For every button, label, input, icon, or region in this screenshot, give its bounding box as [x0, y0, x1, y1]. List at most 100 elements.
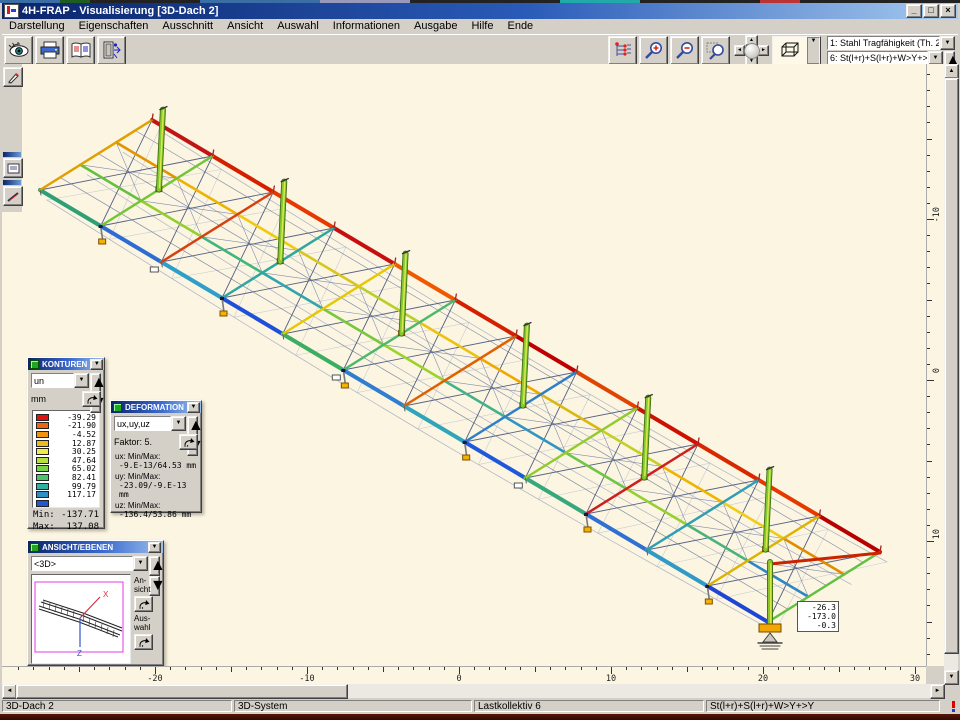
pan-control[interactable]: ▲ ▼ ◄ ► — [734, 35, 768, 65]
panel-ansicht-collapse-button[interactable]: ▼ — [148, 542, 161, 553]
deformation-component-select[interactable]: ux,uy,uz ▼ — [114, 416, 186, 431]
view-preview[interactable]: X Z — [31, 574, 131, 664]
docked-panel-grip[interactable] — [3, 152, 21, 157]
ruler-tick — [626, 667, 627, 670]
statusbar: 3D-Dach 23D-SystemLastkollektiv 6St(l+r)… — [2, 699, 958, 713]
vertical-scrollbar[interactable]: ▲ ▼ — [944, 64, 958, 684]
ruler-tick — [927, 493, 930, 494]
titlebar[interactable]: 4H-FRAP - Visualisierung [3D-Dach 2] _ □… — [2, 3, 958, 19]
ruler-tick-label: 0 — [932, 368, 942, 373]
ruler-tick — [353, 667, 354, 670]
status-alert-icon[interactable] — [949, 701, 958, 712]
ruler-tick — [824, 667, 825, 670]
ansicht-apply-button[interactable] — [134, 596, 153, 612]
exit-button[interactable] — [97, 36, 126, 65]
horizontal-scroll-thumb[interactable] — [16, 684, 348, 699]
ruler-tick — [489, 667, 490, 670]
scroll-down-button[interactable]: ▼ — [944, 670, 959, 685]
view-plane-arrow[interactable]: ▼ — [133, 556, 148, 571]
close-button[interactable]: × — [940, 4, 956, 18]
vertical-scroll-thumb[interactable] — [944, 78, 959, 654]
status-field: Lastkollektiv 6 — [474, 700, 704, 712]
report-button[interactable] — [66, 36, 95, 65]
deformation-spin-up[interactable]: ▲ — [187, 416, 198, 436]
scroll-left-button[interactable]: ◄ — [2, 684, 17, 699]
maximize-button[interactable]: □ — [923, 4, 939, 18]
konturen-apply-button[interactable] — [82, 391, 101, 407]
panel-deformation-titlebar[interactable]: DEFORMATION ▼ — [111, 401, 201, 413]
deformation-row-label: uz: Min/Max: — [115, 501, 197, 510]
menu-item[interactable]: Ansicht — [220, 19, 270, 34]
panel-deformation[interactable]: DEFORMATION ▼ ux,uy,uz ▼ ▲ ▼ Faktor: 5. — [110, 400, 202, 513]
view-cube-button[interactable]: ▼ — [772, 36, 821, 65]
ruler-tick — [927, 541, 934, 542]
zoom-out-button[interactable] — [670, 36, 699, 65]
menu-item[interactable]: Ausgabe — [407, 19, 464, 34]
zoom-window-button[interactable] — [701, 36, 730, 65]
view-plane-select[interactable]: <3D> ▼ — [31, 556, 148, 571]
status-fields: 3D-Dach 23D-SystemLastkollektiv 6St(l+r)… — [2, 700, 947, 712]
menu-item[interactable]: Auswahl — [270, 19, 326, 34]
panel-deformation-collapse-button[interactable]: ▼ — [187, 402, 200, 413]
docked-panel-button-1[interactable] — [3, 158, 23, 178]
scroll-up-button[interactable]: ▲ — [944, 64, 959, 79]
apply-arrow-icon — [183, 437, 195, 447]
window-title: 4H-FRAP - Visualisierung [3D-Dach 2] — [22, 5, 218, 17]
ruler-tick-label: -10 — [292, 674, 322, 684]
loadcase-value: 6: St(l+r)+S(l+r)+W>Y+>Y — [827, 51, 928, 65]
view-settings-button[interactable] — [4, 36, 33, 65]
panel-konturen-collapse-button[interactable]: ▼ — [90, 359, 103, 370]
menu-item[interactable]: Eigenschaften — [72, 19, 156, 34]
ruler-tick — [809, 667, 810, 670]
zoom-in-button[interactable] — [639, 36, 668, 65]
ruler-tick — [170, 667, 171, 670]
ruler-tick — [277, 667, 278, 670]
docked-panel-grip[interactable] — [3, 180, 21, 185]
menu-item[interactable]: Informationen — [326, 19, 407, 34]
status-field: 3D-Dach 2 — [2, 700, 232, 712]
panel-ansicht[interactable]: ANSICHT/EBENEN ▼ <3D> ▼ ▲ ▼ — [27, 540, 164, 666]
panel-konturen[interactable]: KONTUREN ▼ un ▼ ▲ ▼ mm — [27, 357, 105, 529]
print-button[interactable] — [35, 36, 64, 65]
deformation-apply-button[interactable] — [179, 434, 198, 450]
viewport-3d[interactable]: -26.3 -173.0 -0.3 KONTUREN ▼ un ▼ ▲ ▼ mm — [2, 64, 926, 666]
auswahl-apply-button[interactable] — [134, 634, 153, 650]
toolbar: ▲ ▼ ◄ ► ▼ 1: Stahl Tragfähigkeit (Th. 2 — [2, 34, 958, 65]
result-type-select[interactable]: 1: Stahl Tragfähigkeit (Th. 2. O ▼ — [827, 36, 955, 50]
view-cube-dropdown[interactable]: ▼ — [807, 37, 820, 66]
ruler-tick — [672, 667, 673, 670]
menu-item[interactable]: Darstellung — [2, 19, 72, 34]
minimize-button[interactable]: _ — [906, 4, 922, 18]
docked-panel-button-2[interactable] — [3, 186, 23, 206]
ruler-tick — [927, 380, 934, 381]
zoom-window-icon — [706, 41, 726, 60]
view-plane-spin-up[interactable]: ▲ — [149, 556, 160, 576]
edit-mode-button[interactable] — [3, 67, 23, 87]
ruler-tick — [927, 139, 932, 140]
loadcase-arrow[interactable]: ▼ — [928, 51, 943, 65]
menu-item[interactable]: Ende — [500, 19, 540, 34]
konturen-spin-up[interactable]: ▲ — [90, 373, 101, 393]
axis-z-label: Z — [77, 649, 82, 658]
menu-item[interactable]: Ausschnitt — [155, 19, 220, 34]
konturen-quantity-select[interactable]: un ▼ — [31, 373, 89, 388]
legend-swatch — [36, 414, 49, 421]
deformation-component-value: ux,uy,uz — [114, 416, 171, 431]
menu-item[interactable]: Hilfe — [464, 19, 500, 34]
ruler-tick — [927, 396, 930, 397]
result-type-arrow[interactable]: ▼ — [940, 36, 955, 50]
structure-tree-button[interactable] — [608, 36, 637, 65]
loadcase-select[interactable]: 6: St(l+r)+S(l+r)+W>Y+>Y ▼ ▲ ▼ — [827, 51, 955, 65]
panel-konturen-titlebar[interactable]: KONTUREN ▼ — [28, 358, 104, 370]
panel-ansicht-titlebar[interactable]: ANSICHT/EBENEN ▼ — [28, 541, 163, 553]
scroll-right-button[interactable]: ► — [930, 684, 945, 699]
konturen-quantity-arrow[interactable]: ▼ — [74, 373, 89, 388]
pan-center-knob[interactable] — [744, 43, 760, 59]
legend-swatch — [36, 422, 49, 429]
ruler-tick — [733, 667, 734, 670]
legend-row: -21.90 — [36, 422, 96, 431]
ruler-tick — [261, 667, 262, 670]
deformation-component-arrow[interactable]: ▼ — [171, 416, 186, 431]
ruler-tick — [641, 667, 642, 670]
horizontal-scrollbar[interactable]: ◄ ► — [2, 684, 944, 698]
